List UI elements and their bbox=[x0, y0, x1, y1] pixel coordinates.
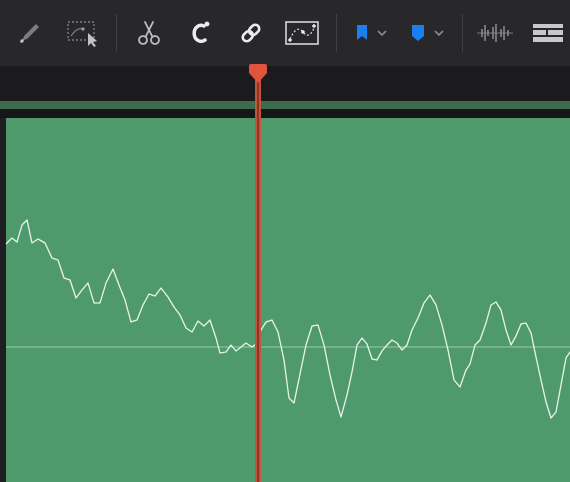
toolbar-separator bbox=[116, 14, 117, 52]
razor-tool[interactable] bbox=[134, 16, 164, 50]
toolbar-separator bbox=[336, 14, 337, 52]
timeline-toolbar bbox=[0, 0, 570, 67]
timeline-ruler[interactable] bbox=[0, 66, 570, 104]
audio-clip-track[interactable] bbox=[6, 118, 570, 482]
curve-select-icon bbox=[65, 19, 103, 47]
flag-button[interactable] bbox=[350, 16, 392, 50]
track-layout-icon bbox=[530, 21, 566, 45]
audio-waveform-view[interactable] bbox=[474, 16, 516, 50]
track-view-options[interactable] bbox=[528, 16, 568, 50]
chevron-down-icon bbox=[433, 28, 445, 38]
toolbar-separator bbox=[462, 14, 463, 52]
flag-icon bbox=[354, 23, 370, 43]
position-lock-toggle[interactable] bbox=[282, 16, 322, 50]
chevron-down-icon bbox=[376, 28, 388, 38]
snapping-toggle[interactable] bbox=[186, 16, 216, 50]
marker-button[interactable] bbox=[404, 16, 450, 50]
pencil-icon bbox=[18, 21, 42, 45]
track-gap bbox=[0, 109, 570, 118]
link-icon bbox=[238, 19, 264, 47]
marker-icon bbox=[409, 23, 427, 43]
linked-selection-toggle[interactable] bbox=[236, 16, 266, 50]
waveform-icon bbox=[475, 21, 515, 45]
pencil-tool[interactable] bbox=[14, 16, 46, 50]
clip-header-bar bbox=[0, 101, 570, 109]
playhead-handle[interactable] bbox=[247, 64, 269, 84]
curve-select-tool[interactable] bbox=[64, 16, 104, 50]
scissors-icon bbox=[136, 19, 162, 47]
magnet-icon bbox=[188, 19, 214, 47]
keyframe-curve-icon bbox=[283, 18, 321, 48]
